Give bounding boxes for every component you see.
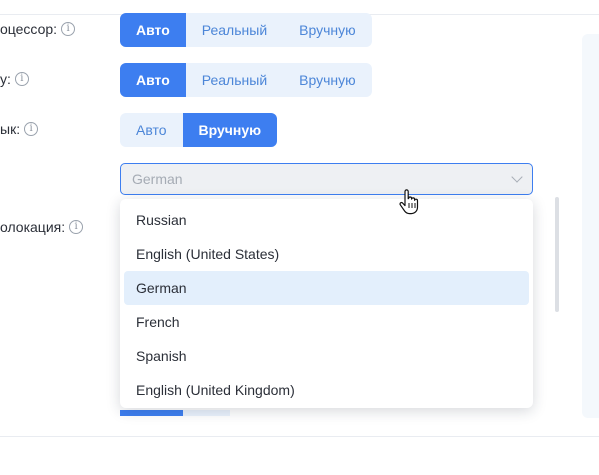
language-option-english-us[interactable]: English (United States) [124, 237, 529, 271]
language-select[interactable]: German [120, 163, 533, 195]
row2-segmented-control: Авто Реальный Вручную [120, 63, 372, 97]
language-label-row: ык: i [0, 121, 39, 137]
row2-label: у: [0, 71, 11, 87]
geolocation-label-row: олокация: i [0, 219, 84, 235]
language-option-auto[interactable]: Авто [120, 113, 183, 147]
bottom-divider [0, 436, 599, 437]
language-option-spanish[interactable]: Spanish [124, 339, 529, 373]
row2-label-row: у: i [0, 71, 29, 87]
geolocation-segmented-control[interactable] [120, 410, 230, 416]
processor-label: оцессор: [0, 21, 58, 37]
processor-segmented-control: Авто Реальный Вручную [120, 13, 372, 47]
info-icon[interactable]: i [24, 122, 39, 136]
scrollbar[interactable] [555, 197, 559, 312]
geolocation-option-inactive [183, 410, 230, 416]
processor-option-auto[interactable]: Авто [120, 13, 186, 47]
language-option-french[interactable]: French [124, 305, 529, 339]
processor-option-manual[interactable]: Вручную [283, 13, 372, 47]
row2-option-auto[interactable]: Авто [120, 63, 186, 97]
info-icon[interactable]: i [69, 220, 84, 234]
geolocation-label: олокация: [0, 219, 66, 235]
settings-panel: оцессор: i Авто Реальный Вручную у: i Ав… [0, 0, 599, 475]
processor-option-real[interactable]: Реальный [186, 13, 283, 47]
chevron-down-icon [511, 171, 523, 183]
side-panel [582, 34, 599, 418]
hand-pointer-icon [399, 189, 419, 215]
language-segmented-control: Авто Вручную [120, 113, 278, 147]
language-label: ык: [0, 121, 21, 137]
language-option-manual[interactable]: Вручную [182, 113, 278, 147]
processor-label-row: оцессор: i [0, 21, 76, 37]
row2-option-manual[interactable]: Вручную [283, 63, 372, 97]
language-option-english-uk[interactable]: English (United Kingdom) [124, 373, 529, 407]
geolocation-option-active [120, 410, 183, 416]
language-select-value: German [132, 171, 183, 187]
info-icon[interactable]: i [61, 22, 76, 36]
info-icon[interactable]: i [14, 72, 29, 86]
language-dropdown-menu: Russian English (United States) German F… [120, 199, 533, 408]
language-option-german[interactable]: German [124, 271, 529, 305]
row2-option-real[interactable]: Реальный [186, 63, 283, 97]
language-option-russian[interactable]: Russian [124, 203, 529, 237]
